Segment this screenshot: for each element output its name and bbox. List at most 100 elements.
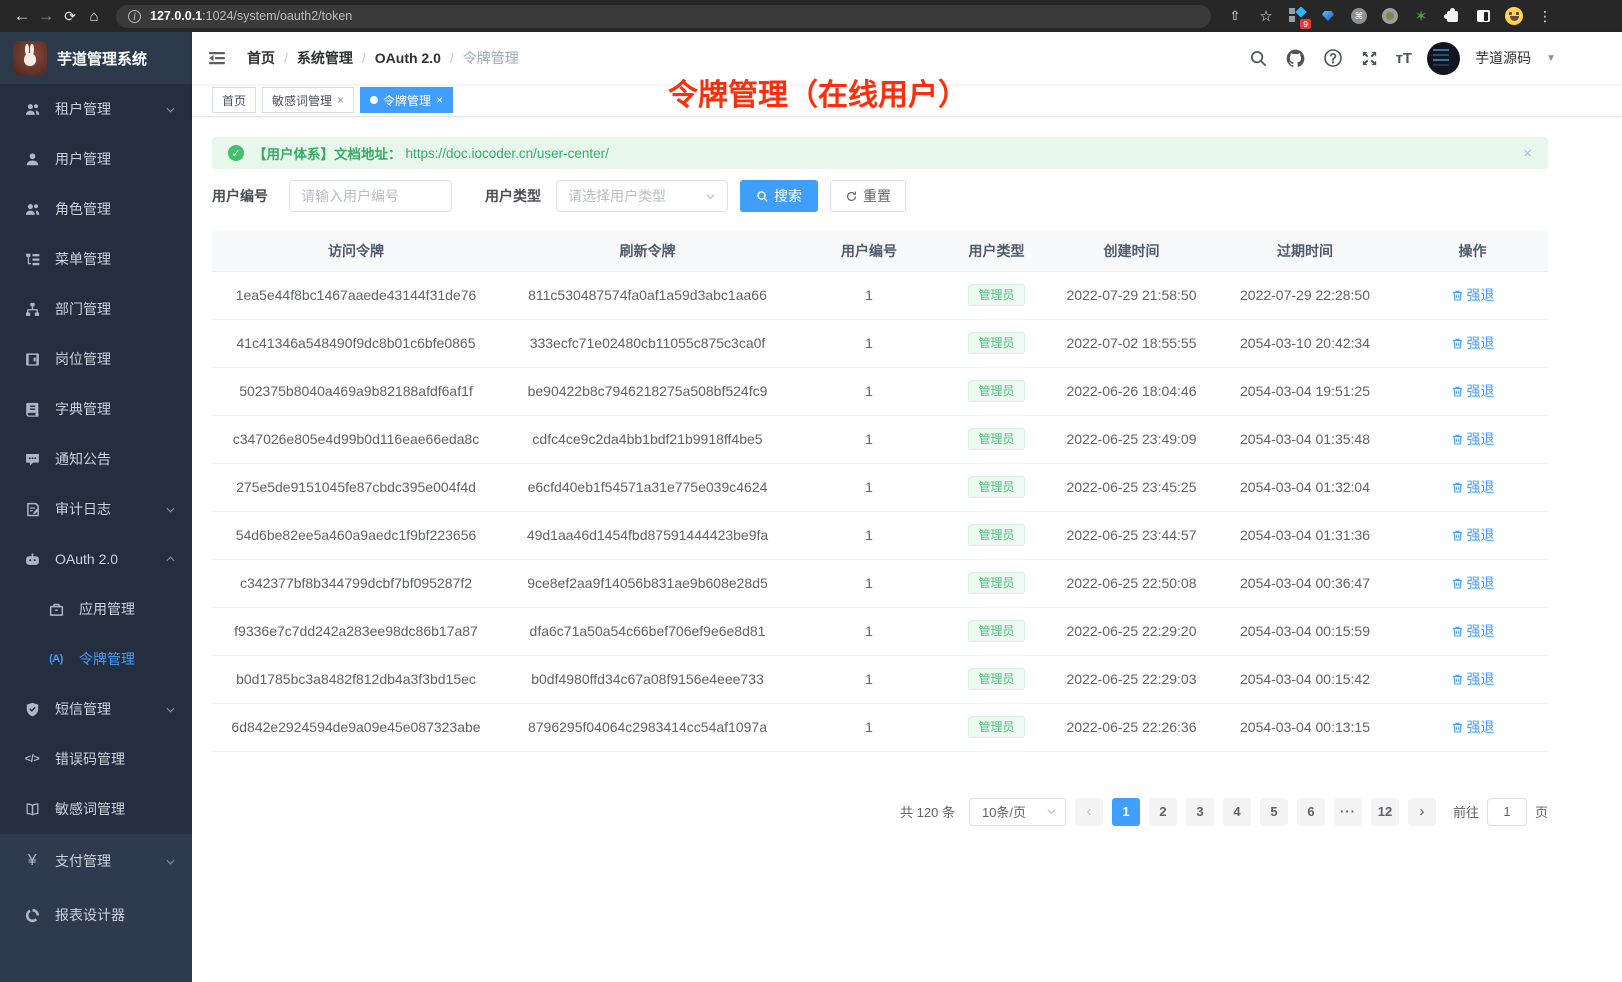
- force-logout-button[interactable]: 强退: [1451, 429, 1495, 449]
- force-logout-button[interactable]: 强退: [1451, 477, 1495, 497]
- alert-close-icon[interactable]: ×: [1523, 145, 1532, 162]
- sidebar-item-OAuth 2.0[interactable]: OAuth 2.0: [0, 534, 192, 584]
- prev-page-button[interactable]: ‹: [1075, 798, 1103, 826]
- sidebar-item-用户管理[interactable]: 用户管理: [0, 134, 192, 184]
- breadcrumb-separator: /: [284, 50, 288, 66]
- expire-time-cell: 2054-03-04 00:36:47: [1213, 559, 1397, 607]
- font-size-icon[interactable]: тT: [1396, 50, 1413, 67]
- sidebar-item-错误码管理[interactable]: </>错误码管理: [0, 734, 192, 784]
- sidebar-item-角色管理[interactable]: 角色管理: [0, 184, 192, 234]
- force-logout-button[interactable]: 强退: [1451, 381, 1495, 401]
- page-size-select[interactable]: 10条/页: [969, 798, 1066, 826]
- page-button-6[interactable]: 6: [1297, 798, 1325, 826]
- table-row: 54d6be82ee5a460a9aedc1f9bf22365649d1aa46…: [212, 511, 1548, 559]
- reset-button[interactable]: 重置: [830, 180, 906, 212]
- browser-forward-icon[interactable]: →: [34, 4, 58, 28]
- site-info-icon[interactable]: i: [128, 10, 141, 23]
- trash-icon: [1451, 673, 1464, 686]
- sidebar-item-支付管理[interactable]: ¥支付管理: [0, 834, 192, 888]
- table-row: 502375b8040a469a9b82188afdf6af1fbe90422b…: [212, 367, 1548, 415]
- tab-敏感词管理[interactable]: 敏感词管理×: [262, 87, 354, 113]
- sidebar-item-部门管理[interactable]: 部门管理: [0, 284, 192, 334]
- sidebar-item-字典管理[interactable]: 字典管理: [0, 384, 192, 434]
- breadcrumb-item[interactable]: OAuth 2.0: [375, 50, 441, 66]
- tab-close-icon[interactable]: ×: [436, 94, 443, 106]
- page-ellipsis[interactable]: ···: [1334, 798, 1362, 826]
- browser-home-icon[interactable]: ⌂: [82, 4, 106, 28]
- sidebar-item-岗位管理[interactable]: 岗位管理: [0, 334, 192, 384]
- breadcrumb-item[interactable]: 首页: [247, 48, 275, 68]
- sidebar-item-敏感词管理[interactable]: 敏感词管理: [0, 784, 192, 834]
- user-type-cell: 管理员: [943, 463, 1050, 511]
- tab-令牌管理[interactable]: 令牌管理×: [360, 87, 453, 113]
- gem-extension-icon[interactable]: [1318, 6, 1338, 26]
- top-navbar: 首页/系统管理/OAuth 2.0/令牌管理 тT 芋道源码 ▼: [192, 32, 1622, 84]
- profile-emoji-icon[interactable]: [1504, 6, 1524, 26]
- sidebar-item-应用管理[interactable]: 应用管理: [0, 584, 192, 634]
- sidebar-item-令牌管理[interactable]: (A)令牌管理: [0, 634, 192, 684]
- doc-link[interactable]: https://doc.iocoder.cn/user-center/: [406, 146, 609, 161]
- page-button-2[interactable]: 2: [1149, 798, 1177, 826]
- access-token-cell: 275e5de9151045fe87cbdc395e004f4d: [212, 463, 500, 511]
- sidebar-item-审计日志[interactable]: 审计日志: [0, 484, 192, 534]
- extension-grid-icon[interactable]: 9: [1287, 6, 1307, 26]
- audit-log-icon: [23, 501, 41, 518]
- user-menu-caret-icon[interactable]: ▼: [1546, 53, 1556, 64]
- app-briefcase-icon: [47, 601, 65, 618]
- force-logout-button[interactable]: 强退: [1451, 669, 1495, 689]
- force-logout-button[interactable]: 强退: [1451, 333, 1495, 353]
- force-logout-button[interactable]: 强退: [1451, 285, 1495, 305]
- page-button-1[interactable]: 1: [1112, 798, 1140, 826]
- table-row: b0d1785bc3a8482f812db4a3f3bd15ecb0df4980…: [212, 655, 1548, 703]
- user-id-input[interactable]: [289, 180, 452, 212]
- search-button[interactable]: 搜索: [740, 180, 818, 212]
- share-icon[interactable]: ⇧: [1225, 6, 1245, 26]
- bookmark-star-icon[interactable]: ☆: [1256, 6, 1276, 26]
- breadcrumb-item[interactable]: 系统管理: [297, 48, 353, 68]
- force-logout-button[interactable]: 强退: [1451, 525, 1495, 545]
- green-star-extension-icon[interactable]: ✶: [1411, 6, 1431, 26]
- search-icon[interactable]: [1248, 47, 1270, 69]
- trash-icon: [1451, 577, 1464, 590]
- browser-menu-icon[interactable]: ⋮: [1535, 6, 1555, 26]
- next-page-button[interactable]: ›: [1408, 798, 1436, 826]
- fullscreen-icon[interactable]: [1359, 47, 1381, 69]
- breadcrumb-separator: /: [362, 50, 366, 66]
- refresh-token-cell: 49d1aa46d1454fbd87591444423be9fa: [500, 511, 795, 559]
- page-button-4[interactable]: 4: [1223, 798, 1251, 826]
- sidebar-item-通知公告[interactable]: 通知公告: [0, 434, 192, 484]
- sidebar-item-菜单管理[interactable]: 菜单管理: [0, 234, 192, 284]
- sidepanel-extension-icon[interactable]: [1473, 6, 1493, 26]
- tab-close-icon[interactable]: ×: [337, 94, 344, 106]
- access-token-cell: f9336e7c7dd242a283ee98dc86b17a87: [212, 607, 500, 655]
- command-extension-icon[interactable]: ⌘: [1349, 6, 1369, 26]
- action-cell: 强退: [1397, 703, 1548, 751]
- force-logout-button[interactable]: 强退: [1451, 621, 1495, 641]
- force-logout-button[interactable]: 强退: [1451, 717, 1495, 737]
- sidebar-item-报表设计器[interactable]: 报表设计器: [0, 888, 192, 942]
- user-id-cell: 1: [795, 319, 943, 367]
- browser-back-icon[interactable]: ←: [10, 4, 34, 28]
- column-header: 用户类型: [943, 231, 1050, 271]
- page-button-12[interactable]: 12: [1371, 798, 1399, 826]
- action-cell: 强退: [1397, 463, 1548, 511]
- tab-首页[interactable]: 首页: [212, 87, 256, 113]
- puzzle-extensions-icon[interactable]: [1442, 6, 1462, 26]
- goto-page-input[interactable]: [1487, 798, 1527, 826]
- user-type-select[interactable]: 请选择用户类型: [556, 180, 728, 212]
- sidebar-collapse-icon[interactable]: [207, 47, 229, 69]
- force-logout-button[interactable]: 强退: [1451, 573, 1495, 593]
- chevron-down-icon: [165, 704, 176, 715]
- user-avatar[interactable]: [1427, 42, 1460, 75]
- address-bar[interactable]: i 127.0.0.1:1024/system/oauth2/token: [116, 5, 1211, 28]
- recorder-extension-icon[interactable]: [1380, 6, 1400, 26]
- app-logo[interactable]: 芋道管理系统: [0, 32, 192, 84]
- sidebar-item-短信管理[interactable]: 短信管理: [0, 684, 192, 734]
- page-button-5[interactable]: 5: [1260, 798, 1288, 826]
- help-question-icon[interactable]: [1322, 47, 1344, 69]
- sidebar-item-租户管理[interactable]: 租户管理: [0, 84, 192, 134]
- page-button-3[interactable]: 3: [1186, 798, 1214, 826]
- github-icon[interactable]: [1285, 47, 1307, 69]
- browser-reload-icon[interactable]: ⟳: [58, 4, 82, 28]
- logo-rabbit-image: [13, 41, 47, 75]
